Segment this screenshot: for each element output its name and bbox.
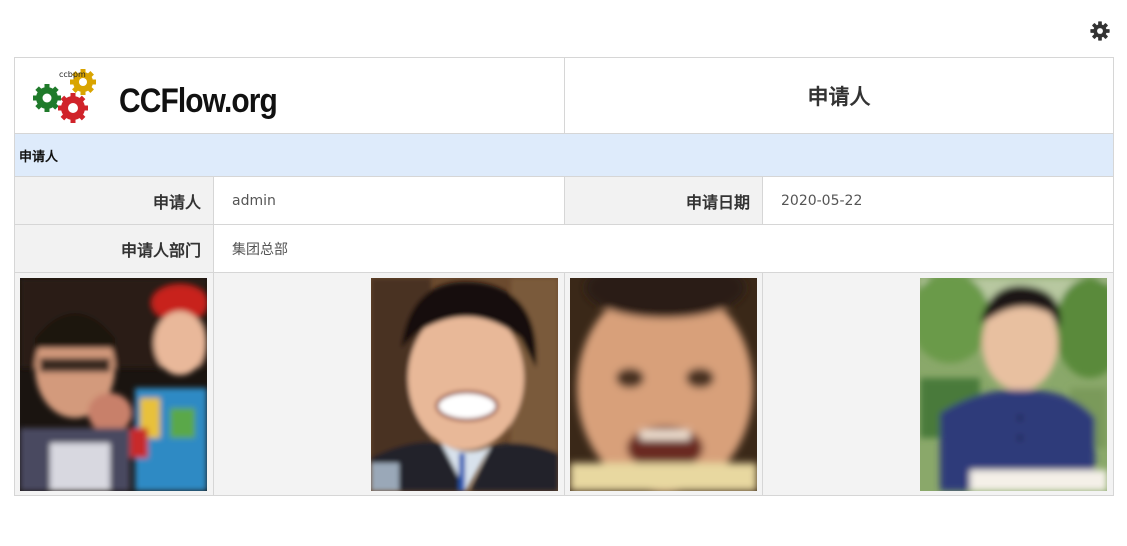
- form-table: ccbpm CCFlow.org 申请人 申请人 申请人 admin 申请日期 …: [14, 57, 1114, 496]
- applicant-value[interactable]: admin: [213, 176, 565, 225]
- photo-laughing-child: [570, 278, 757, 491]
- section-title: 申请人: [14, 133, 1114, 177]
- section-header-row: 申请人: [14, 133, 1114, 177]
- form-header-row: ccbpm CCFlow.org 申请人: [14, 57, 1114, 134]
- photo-cell-4: [762, 272, 1114, 496]
- department-label: 申请人部门: [14, 224, 214, 273]
- logo-small-text: ccbpm: [59, 70, 86, 79]
- field-row-1: 申请人 admin 申请日期 2020-05-22: [14, 176, 1114, 225]
- apply-date-value[interactable]: 2020-05-22: [762, 176, 1114, 225]
- form-title: 申请人: [564, 57, 1114, 134]
- department-value[interactable]: 集团总部: [213, 224, 1114, 273]
- photo-cell-2: [213, 272, 565, 496]
- photo-man-with-child: [20, 278, 207, 491]
- ccflow-logo: ccbpm CCFlow.org: [33, 68, 278, 126]
- photo-row: [14, 272, 1114, 496]
- apply-date-label: 申请日期: [564, 176, 763, 225]
- photo-smiling-man: [371, 278, 558, 491]
- photo-cell-1: [14, 272, 214, 496]
- logo-brand-text: CCFlow.org: [119, 82, 278, 120]
- field-row-2: 申请人部门 集团总部: [14, 224, 1114, 273]
- settings-gear-icon[interactable]: [1089, 20, 1111, 42]
- photo-cell-3: [564, 272, 763, 496]
- applicant-label: 申请人: [14, 176, 214, 225]
- logo-cell: ccbpm CCFlow.org: [14, 57, 565, 134]
- photo-man-outdoors: [920, 278, 1107, 491]
